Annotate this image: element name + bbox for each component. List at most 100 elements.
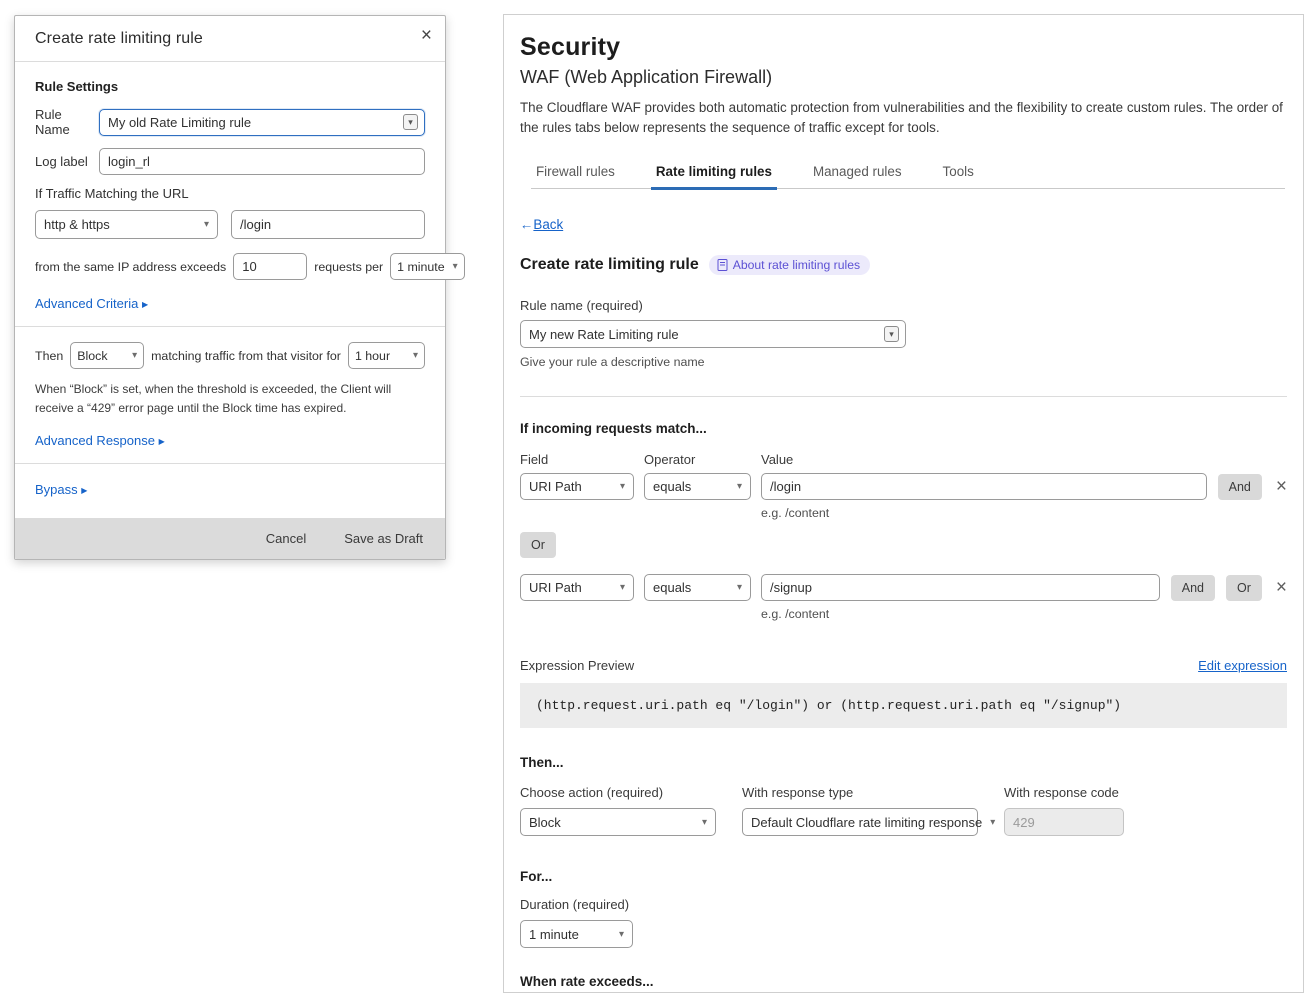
value-hint: e.g. /content xyxy=(761,506,1287,520)
scheme-select-value: http & https xyxy=(44,217,110,232)
field-select[interactable]: URI Path ▾ xyxy=(520,473,634,500)
operator-select-value: equals xyxy=(653,580,691,595)
tab-firewall-rules[interactable]: Firewall rules xyxy=(531,158,620,188)
close-icon[interactable]: × xyxy=(421,25,432,47)
response-type-label: With response type xyxy=(742,785,978,800)
remove-condition-icon[interactable]: × xyxy=(1276,578,1287,597)
field-select[interactable]: URI Path ▾ xyxy=(520,574,634,601)
autofill-extension-icon[interactable]: ▾ xyxy=(403,114,418,130)
threshold-prefix-text: from the same IP address exceeds xyxy=(35,260,226,274)
field-select-value: URI Path xyxy=(529,479,582,494)
block-note-text: When “Block” is set, when the threshold … xyxy=(35,380,425,417)
chevron-down-icon: ▾ xyxy=(132,350,137,361)
triangle-right-icon: ▶ xyxy=(159,437,165,446)
create-rate-limiting-rule-modal: Create rate limiting rule × Rule Setting… xyxy=(14,15,446,560)
value-column-label: Value xyxy=(761,452,793,467)
period-select[interactable]: 1 minute ▾ xyxy=(390,253,465,280)
operator-select[interactable]: equals ▾ xyxy=(644,473,751,500)
chevron-down-icon: ▾ xyxy=(620,582,625,593)
chevron-down-icon: ▾ xyxy=(702,817,707,828)
operator-column-label: Operator xyxy=(644,452,761,467)
save-as-draft-button[interactable]: Save as Draft xyxy=(344,531,423,546)
value-hint: e.g. /content xyxy=(761,607,1287,621)
and-button[interactable]: And xyxy=(1171,575,1215,601)
tab-tools[interactable]: Tools xyxy=(938,158,979,188)
security-waf-panel: Security WAF (Web Application Firewall) … xyxy=(503,14,1304,993)
rule-name-input[interactable] xyxy=(99,109,425,136)
autofill-extension-icon[interactable]: ▾ xyxy=(884,326,899,342)
operator-select[interactable]: equals ▾ xyxy=(644,574,751,601)
log-label-input[interactable] xyxy=(99,148,425,175)
advanced-response-link[interactable]: Advanced Response ▶ xyxy=(35,433,165,448)
form-title: Create rate limiting rule xyxy=(520,256,699,274)
page-title: Security xyxy=(520,33,1287,62)
advanced-criteria-link[interactable]: Advanced Criteria ▶ xyxy=(35,296,148,311)
chevron-down-icon: ▾ xyxy=(620,481,625,492)
duration-label: Duration (required) xyxy=(520,897,1287,912)
scheme-select[interactable]: http & https ▾ xyxy=(35,210,218,239)
response-code-label: With response code xyxy=(1004,785,1124,800)
bypass-link[interactable]: Bypass ▶ xyxy=(35,482,87,497)
advanced-response-label: Advanced Response xyxy=(35,433,155,448)
expression-preview-code: (http.request.uri.path eq "/login") or (… xyxy=(520,683,1287,728)
block-duration-select[interactable]: 1 hour ▾ xyxy=(348,342,425,369)
triangle-right-icon: ▶ xyxy=(81,486,87,495)
chevron-down-icon: ▾ xyxy=(619,929,624,940)
page-subtitle: WAF (Web Application Firewall) xyxy=(520,67,1287,88)
action-select-value: Block xyxy=(529,815,561,830)
then-heading: Then... xyxy=(520,755,1287,770)
field-select-value: URI Path xyxy=(529,580,582,595)
incoming-requests-heading: If incoming requests match... xyxy=(520,421,1287,436)
expression-preview-label: Expression Preview xyxy=(520,658,634,673)
back-label: Back xyxy=(533,217,563,232)
log-label-label: Log label xyxy=(35,154,99,169)
rate-exceeds-heading: When rate exceeds... xyxy=(520,974,1287,989)
remove-condition-icon[interactable]: × xyxy=(1276,477,1287,496)
or-button[interactable]: Or xyxy=(1226,575,1262,601)
action-select[interactable]: Block ▾ xyxy=(520,808,716,836)
modal-header: Create rate limiting rule × xyxy=(15,16,445,62)
bypass-label: Bypass xyxy=(35,482,78,497)
for-heading: For... xyxy=(520,869,1287,884)
chevron-down-icon: ▾ xyxy=(737,481,742,492)
edit-expression-link[interactable]: Edit expression xyxy=(1198,658,1287,673)
waf-tabs: Firewall rules Rate limiting rules Manag… xyxy=(531,158,1285,189)
book-icon xyxy=(717,259,728,271)
action-select-value: Block xyxy=(77,349,107,363)
value-input[interactable] xyxy=(761,574,1160,601)
about-badge-label: About rate limiting rules xyxy=(733,258,860,272)
response-code-input xyxy=(1004,808,1124,836)
tab-rate-limiting-rules[interactable]: Rate limiting rules xyxy=(651,158,777,188)
chevron-down-icon: ▾ xyxy=(413,350,418,361)
action-select[interactable]: Block ▾ xyxy=(70,342,144,369)
cancel-button[interactable]: Cancel xyxy=(266,531,306,546)
back-link[interactable]: ←Back xyxy=(520,217,563,232)
advanced-criteria-label: Advanced Criteria xyxy=(35,296,138,311)
about-rate-limiting-rules-badge[interactable]: About rate limiting rules xyxy=(709,255,870,275)
divider xyxy=(520,396,1287,397)
threshold-input[interactable] xyxy=(233,253,307,280)
field-column-label: Field xyxy=(520,452,644,467)
or-button[interactable]: Or xyxy=(520,532,556,558)
response-type-select[interactable]: Default Cloudflare rate limiting respons… xyxy=(742,808,978,836)
response-type-value: Default Cloudflare rate limiting respons… xyxy=(751,815,982,830)
modal-footer: Cancel Save as Draft xyxy=(15,518,445,559)
page-description: The Cloudflare WAF provides both automat… xyxy=(520,98,1287,138)
divider xyxy=(15,326,445,327)
url-input[interactable] xyxy=(231,210,425,239)
rule-name-hint: Give your rule a descriptive name xyxy=(520,355,1287,369)
rule-name-label: Rule name (required) xyxy=(520,298,1287,313)
rule-name-input[interactable] xyxy=(520,320,906,348)
operator-select-value: equals xyxy=(653,479,691,494)
value-input[interactable] xyxy=(761,473,1207,500)
divider xyxy=(15,463,445,464)
and-button[interactable]: And xyxy=(1218,474,1262,500)
block-duration-value: 1 hour xyxy=(355,349,390,363)
chevron-down-icon: ▾ xyxy=(204,219,209,230)
threshold-suffix-text: requests per xyxy=(314,260,383,274)
modal-title: Create rate limiting rule xyxy=(35,30,425,48)
modal-body: Rule Settings Rule Name ▾ Log label If T… xyxy=(15,62,445,515)
tab-managed-rules[interactable]: Managed rules xyxy=(808,158,907,188)
duration-select[interactable]: 1 minute ▾ xyxy=(520,920,633,948)
rule-name-label: Rule Name xyxy=(35,107,99,137)
